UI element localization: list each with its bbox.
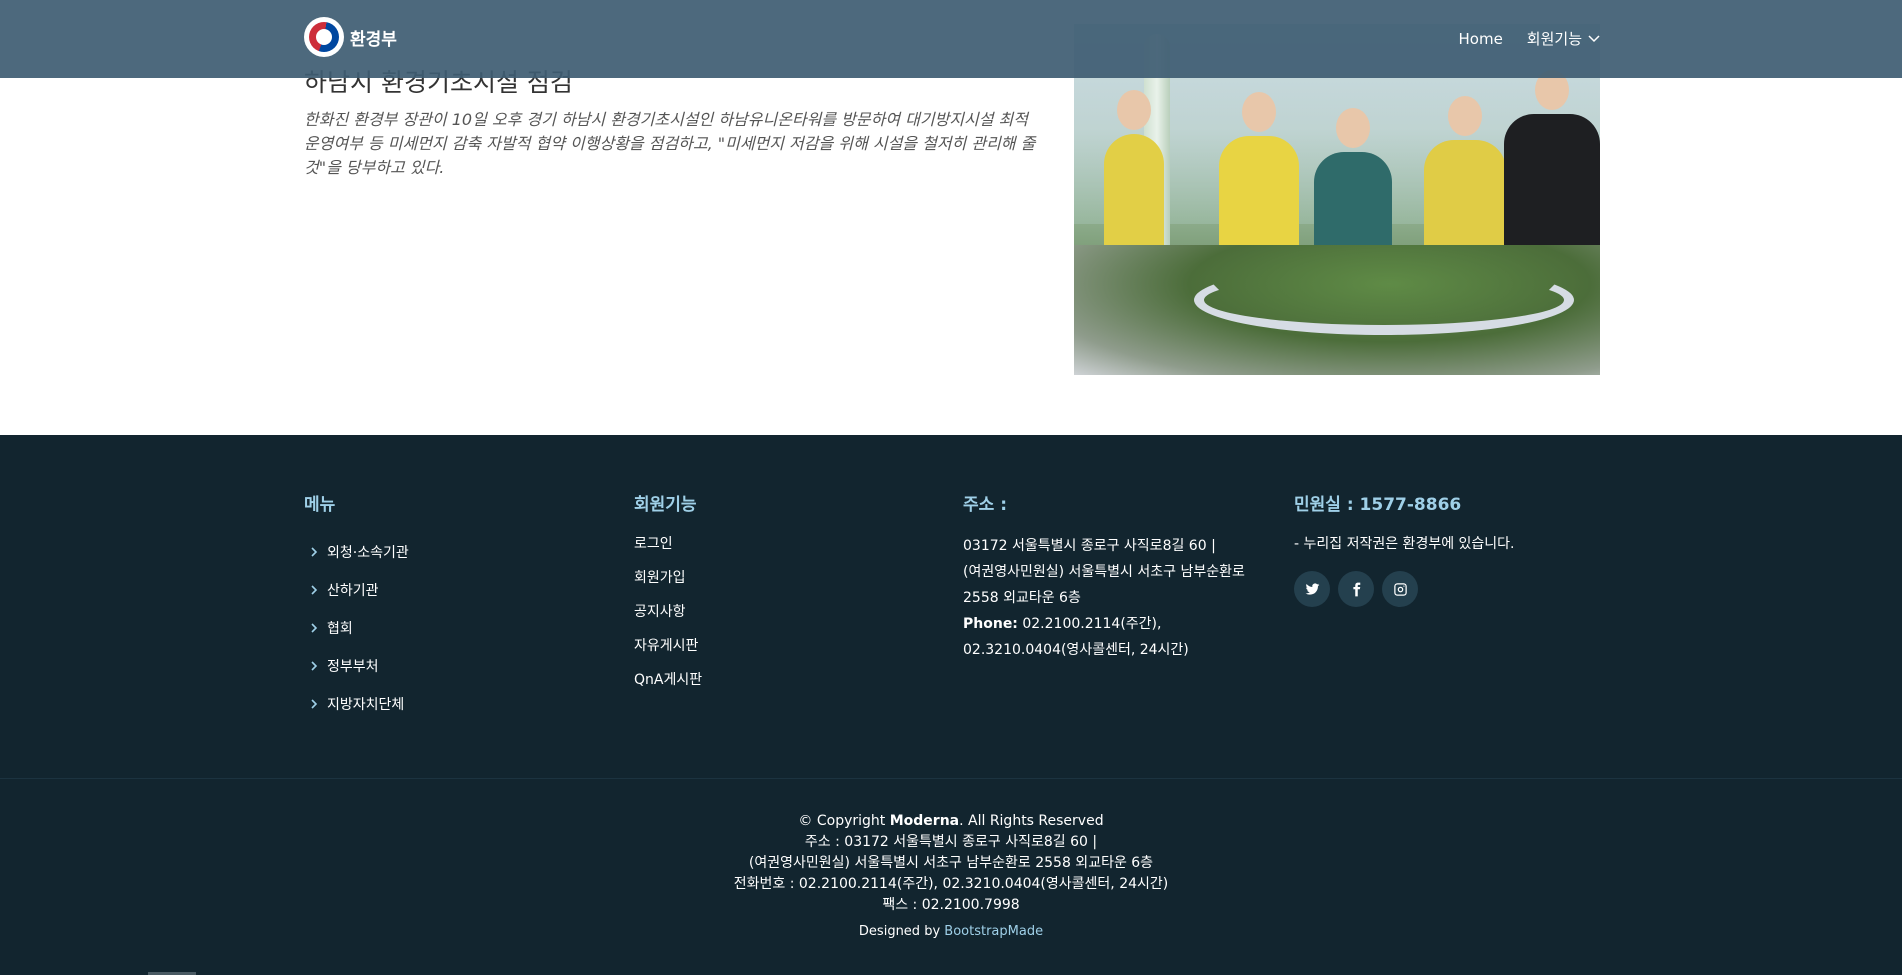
instagram-icon bbox=[1393, 582, 1407, 596]
footer-menu-title: 메뉴 bbox=[304, 495, 336, 515]
footer-top: 메뉴 외청·소속기관 산하기관 협회 정부부처 지방자치단체 회원기능 로그인 … bbox=[0, 435, 1902, 778]
copyright-brand: Moderna bbox=[889, 813, 960, 829]
twitter-icon bbox=[1305, 582, 1319, 595]
chevron-down-icon bbox=[1588, 34, 1600, 42]
social-links bbox=[1294, 571, 1515, 607]
footer-menu-link[interactable]: 외청·소속기관 bbox=[304, 533, 409, 571]
copyright-prefix: © Copyright bbox=[798, 813, 886, 829]
phone-line: Phone: 02.2100.2114(주간), bbox=[963, 611, 1245, 637]
civil-office-title: 민원실 : 1577-8866 bbox=[1294, 495, 1462, 515]
footer-menu-link-label: 지방자치단체 bbox=[327, 697, 405, 713]
credits: Designed by BootstrapMade bbox=[0, 924, 1902, 939]
phone-label: Phone: bbox=[963, 616, 1018, 632]
article-description: 한화진 환경부 장관이 10일 오후 경기 하남시 환경기초시설인 하남유니온타… bbox=[304, 110, 1036, 177]
footer-menu-link-label: 산하기관 bbox=[327, 583, 379, 599]
footer-menu-link-label: 외청·소속기관 bbox=[327, 545, 409, 561]
footer-menu-link[interactable]: 지방자치단체 bbox=[304, 685, 409, 723]
designer-link[interactable]: BootstrapMade bbox=[944, 924, 1043, 939]
facebook-link[interactable] bbox=[1338, 571, 1374, 607]
footer-member-link[interactable]: 회원가입 bbox=[634, 567, 702, 601]
chevron-right-icon bbox=[311, 547, 318, 557]
footer-address-line: (여권영사민원실) 서울특별시 서초구 남부순환로 2558 외교타운 6층 bbox=[748, 855, 1154, 871]
footer-tel-line: 전화번호 : 02.2100.2114(주간), 02.3210.0404(영사… bbox=[733, 876, 1169, 892]
nav-member-functions[interactable]: 회원기능 bbox=[1527, 28, 1600, 49]
copyright-suffix: . All Rights Reserved bbox=[959, 813, 1104, 829]
address-line: 03172 서울특별시 종로구 사직로8길 60 | bbox=[963, 538, 1216, 554]
twitter-link[interactable] bbox=[1294, 571, 1330, 607]
footer-member-link[interactable]: QnA게시판 bbox=[634, 669, 702, 703]
footer-menu-column: 메뉴 외청·소속기관 산하기관 협회 정부부처 지방자치단체 bbox=[304, 490, 409, 723]
phone-value: 02.2100.2114(주간), bbox=[1022, 616, 1162, 632]
footer-bottom: © Copyright Moderna. All Rights Reserved… bbox=[0, 778, 1902, 975]
facebook-icon bbox=[1352, 582, 1360, 596]
footer-member-link[interactable]: 로그인 bbox=[634, 533, 702, 567]
address-line: 02.3210.0404(영사콜센터, 24시간) bbox=[963, 642, 1189, 658]
chevron-right-icon bbox=[311, 661, 318, 671]
copyright-line: © Copyright Moderna. All Rights Reserved bbox=[0, 811, 1902, 832]
nav-home[interactable]: Home bbox=[1459, 30, 1503, 48]
chevron-right-icon bbox=[311, 623, 318, 633]
main-nav: Home 회원기능 bbox=[1459, 28, 1601, 49]
footer-address-line: 주소 : 03172 서울특별시 종로구 사직로8길 60 | bbox=[804, 834, 1098, 850]
article: 하남시 환경기초시설 점검 한화진 환경부 장관이 10일 오후 경기 하남시 … bbox=[304, 66, 1044, 180]
footer-menu-link-label: 협회 bbox=[327, 621, 353, 637]
logo-text: 환경부 bbox=[350, 29, 397, 50]
instagram-link[interactable] bbox=[1382, 571, 1418, 607]
nav-member-functions-label: 회원기능 bbox=[1526, 30, 1582, 48]
footer-member-title: 회원기능 bbox=[634, 495, 697, 515]
site-logo[interactable]: 환경부 bbox=[304, 17, 397, 57]
footer-address-title: 주소 : bbox=[963, 495, 1007, 515]
chevron-right-icon bbox=[311, 699, 318, 709]
footer-member-link[interactable]: 자유게시판 bbox=[634, 635, 702, 669]
footer-menu-link-label: 정부부처 bbox=[327, 659, 379, 675]
footer-member-column: 회원기능 로그인 회원가입 공지사항 자유게시판 QnA게시판 bbox=[634, 490, 702, 703]
footer-address-column: 주소 : 03172 서울특별시 종로구 사직로8길 60 | (여권영사민원실… bbox=[963, 490, 1245, 663]
footer-civil-column: 민원실 : 1577-8866 - 누리집 저작권은 환경부에 있습니다. bbox=[1294, 490, 1515, 607]
footer-fax-line: 팩스 : 02.2100.7998 bbox=[882, 897, 1020, 913]
address-line: (여권영사민원실) 서울특별시 서초구 남부순환로 bbox=[963, 564, 1245, 580]
copyright-notice: - 누리집 저작권은 환경부에 있습니다. bbox=[1294, 536, 1515, 552]
site-header: 환경부 Home 회원기능 bbox=[0, 0, 1902, 78]
footer-menu-link[interactable]: 산하기관 bbox=[304, 571, 409, 609]
footer-address: 03172 서울특별시 종로구 사직로8길 60 | (여권영사민원실) 서울특… bbox=[963, 533, 1245, 663]
footer-menu-link[interactable]: 협회 bbox=[304, 609, 409, 647]
footer-menu-link[interactable]: 정부부처 bbox=[304, 647, 409, 685]
address-line: 2558 외교타운 6층 bbox=[963, 590, 1081, 606]
footer-member-link[interactable]: 공지사항 bbox=[634, 601, 702, 635]
chevron-right-icon bbox=[311, 585, 318, 595]
taegeuk-emblem-icon bbox=[304, 17, 344, 57]
designed-by-label: Designed by bbox=[858, 924, 941, 939]
